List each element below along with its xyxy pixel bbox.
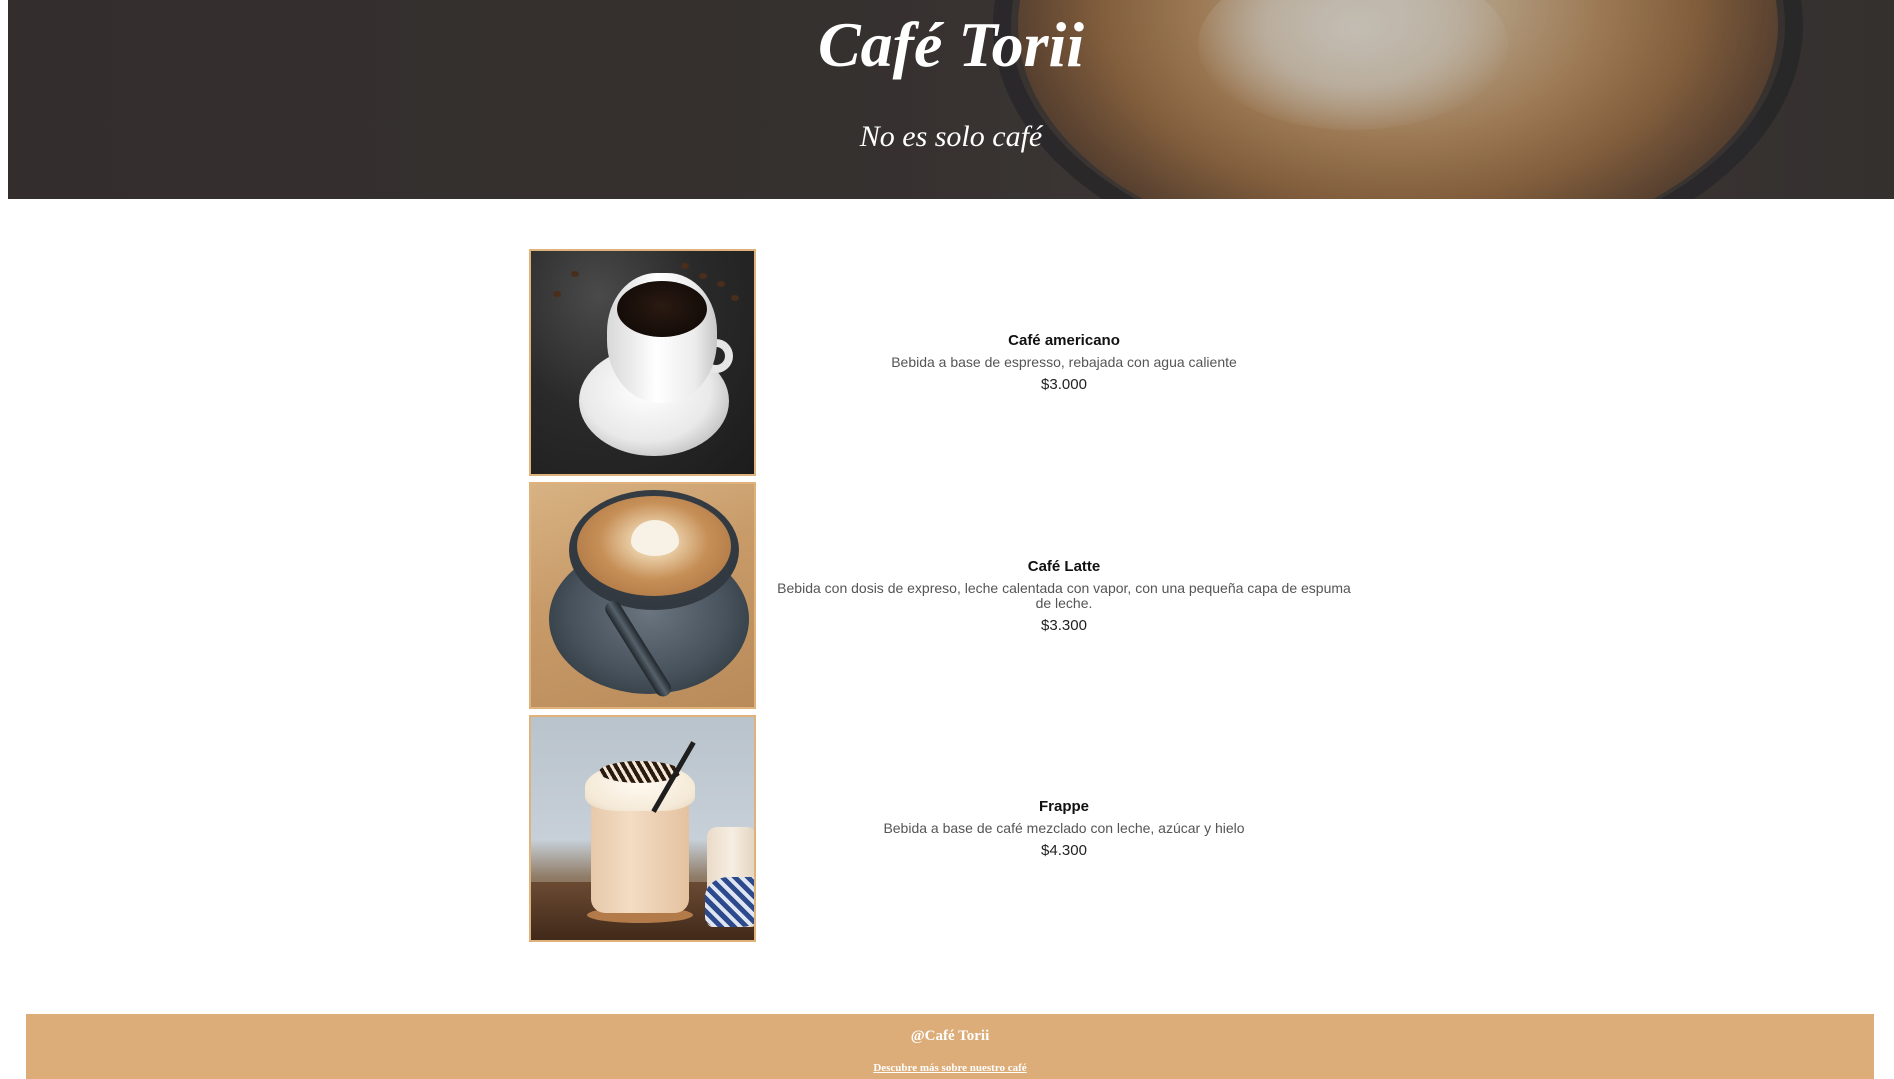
coffee-bean-icon [571, 271, 579, 277]
latte-heart-art [631, 520, 679, 556]
footer-brand: @Café Torii [910, 1028, 990, 1044]
frappe-photo [529, 715, 756, 942]
menu-item-info: Café americano Bebida a base de espresso… [769, 249, 1359, 476]
menu-item-name: Frappe [1038, 798, 1089, 815]
black-coffee [617, 281, 707, 337]
coffee-bean-icon [681, 263, 689, 269]
menu-item-latte: Café Latte Bebida con dosis de expreso, … [529, 482, 1359, 715]
footer-more-link[interactable]: Descubre más sobre nuestro café [26, 1062, 1874, 1074]
menu-item-description: Bebida a base de espresso, rebajada con … [891, 354, 1237, 370]
menu-item-description: Bebida a base de café mezclado con leche… [883, 820, 1245, 836]
menu-item-frappe: Frappe Bebida a base de café mezclado co… [529, 715, 1359, 948]
menu-item-americano: Café americano Bebida a base de espresso… [529, 249, 1359, 482]
menu-item-info: Café Latte Bebida con dosis de expreso, … [769, 482, 1359, 709]
menu-item-name: Café americano [1008, 332, 1120, 349]
menu-item-price: $4.300 [1041, 842, 1087, 859]
menu-list: Café americano Bebida a base de espresso… [529, 249, 1359, 948]
americano-photo [529, 249, 756, 476]
coffee-bean-icon [553, 291, 561, 297]
site-title: Café Torii [817, 9, 1085, 80]
napkin [705, 877, 754, 927]
footer: @Café Torii Descubre más sobre nuestro c… [26, 1014, 1874, 1079]
hero-header: Café Torii No es solo café [8, 0, 1894, 199]
menu-item-name: Café Latte [1027, 557, 1101, 575]
coffee-bean-icon [699, 273, 707, 279]
menu-item-price: $3.300 [1041, 616, 1087, 634]
coffee-bean-icon [731, 295, 739, 301]
latte-photo [529, 482, 756, 709]
frappe-glass [591, 795, 689, 913]
menu-item-info: Frappe Bebida a base de café mezclado co… [769, 715, 1359, 942]
menu-item-description: Bebida con dosis de expreso, leche calen… [777, 579, 1351, 611]
site-subtitle: No es solo café [859, 120, 1043, 153]
menu-item-price: $3.000 [1041, 376, 1087, 393]
coffee-bean-icon [717, 281, 725, 287]
